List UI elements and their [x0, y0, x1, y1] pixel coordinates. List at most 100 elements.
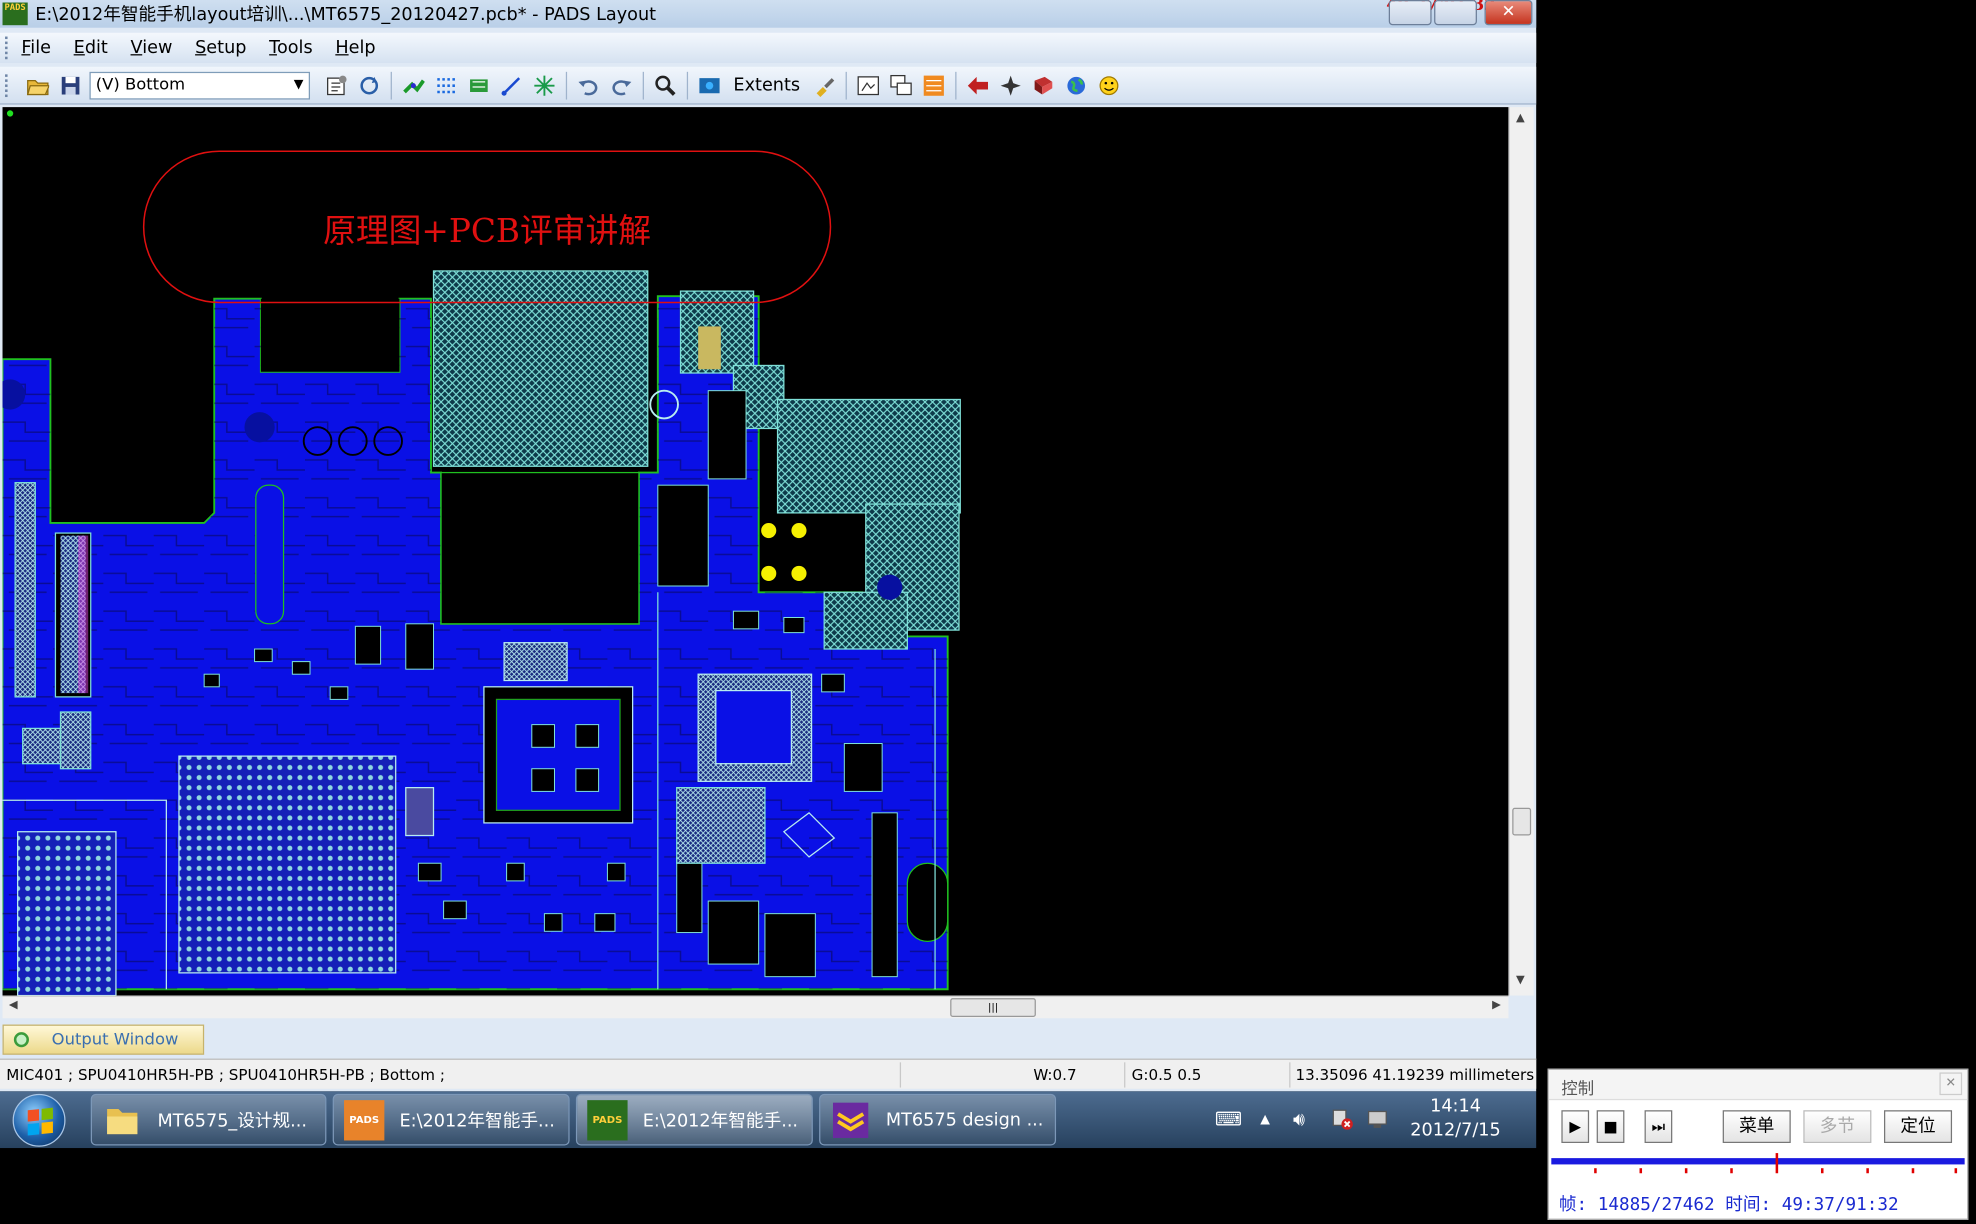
annotation-text: 原理图+PCB评审讲解: [323, 212, 652, 251]
airplane-icon[interactable]: [997, 71, 1025, 99]
toolbar-separator: [565, 71, 568, 99]
sections-button[interactable]: 多节: [1803, 1110, 1872, 1144]
time-label: 时间:: [1725, 1194, 1772, 1215]
book-icon[interactable]: [1029, 71, 1057, 99]
menu-button[interactable]: 菜单: [1722, 1110, 1791, 1144]
undo-icon[interactable]: [575, 71, 603, 99]
scroll-left-icon[interactable]: ◀: [9, 999, 18, 1012]
globe-icon[interactable]: [1062, 71, 1090, 99]
player-control-title: 控制: [1561, 1079, 1595, 1099]
stop-button[interactable]: ■: [1596, 1110, 1625, 1144]
volume-icon[interactable]: 🔊︎: [1293, 1108, 1305, 1131]
taskbar-item-pads-1[interactable]: PADS E:\2012年智能手...: [332, 1093, 570, 1146]
via-icon[interactable]: [531, 71, 559, 99]
pcb-canvas[interactable]: 原理图+PCB评审讲解: [2, 107, 1509, 996]
toolbar-separator: [955, 71, 957, 99]
smiley-icon[interactable]: [1095, 71, 1123, 99]
clock-time: 14:14: [1430, 1096, 1481, 1117]
vertical-scroll-thumb[interactable]: [1512, 807, 1532, 836]
menu-bar: File Edit View Setup Tools Help: [0, 32, 1537, 64]
menu-tools[interactable]: Tools: [269, 38, 312, 58]
clock-date: 2012/7/15: [1410, 1120, 1501, 1141]
test-pad: [791, 565, 807, 581]
vertical-scrollbar[interactable]: ▲ ▼: [1508, 107, 1534, 996]
cascade-windows-icon[interactable]: [887, 71, 915, 99]
board-view-icon[interactable]: [696, 71, 724, 99]
bga-memory: [17, 831, 117, 996]
horizontal-scrollbar[interactable]: ◀ ||| ▶: [2, 995, 1509, 1019]
status-selection: MIC401 ; SPU0410HR5H-PB ; SPU0410HR5H-PB…: [6, 1066, 445, 1084]
window-title: E:\2012年智能手机layout培训\...\MT6575_20120427…: [35, 5, 657, 26]
close-button[interactable]: ✕: [1484, 0, 1533, 26]
extents-button[interactable]: Extents: [726, 75, 808, 95]
autoroute-icon[interactable]: [432, 71, 460, 99]
scroll-down-icon[interactable]: ▼: [1516, 974, 1525, 987]
menu-setup[interactable]: Setup: [195, 38, 246, 58]
status-units: millimeters: [1449, 1066, 1535, 1084]
pads-icon: PADS: [344, 1099, 385, 1140]
play-button[interactable]: ▶: [1561, 1110, 1590, 1144]
pads-router-icon[interactable]: [920, 71, 948, 99]
route-icon[interactable]: [399, 71, 427, 99]
step-forward-button[interactable]: ⏭: [1644, 1110, 1673, 1144]
save-icon[interactable]: [57, 71, 85, 99]
status-width: W:0.7: [1033, 1066, 1077, 1084]
pour-icon[interactable]: [465, 71, 493, 99]
keyboard-icon[interactable]: ⌨: [1215, 1108, 1242, 1131]
test-pad: [761, 565, 777, 581]
player-control-panel: 控制 ✕ ▶ ■ ⏭ 菜单 多节 定位 帧: 14885/27462 时间: 4…: [1547, 1068, 1969, 1220]
status-x-coordinate: 13.35096: [1295, 1066, 1368, 1084]
action-center-icon[interactable]: [1366, 1108, 1389, 1136]
pads-app-icon: PADS: [2, 2, 28, 26]
line-tool-icon[interactable]: [498, 71, 526, 99]
time-value: 49:37/91:32: [1781, 1194, 1899, 1215]
taskbar-item-label: MT6575 design ...: [885, 1109, 1044, 1130]
frame-value: 14885/27462: [1597, 1194, 1715, 1215]
taskbar-item-folder[interactable]: MT6575_设计规...: [90, 1093, 327, 1146]
back-arrow-icon[interactable]: [964, 71, 992, 99]
taskbar-item-label: E:\2012年智能手...: [399, 1110, 555, 1132]
output-window-icon[interactable]: [854, 71, 882, 99]
network-error-icon[interactable]: [1331, 1108, 1354, 1136]
taskbar-item-pads-2[interactable]: PADS E:\2012年智能手...: [575, 1093, 813, 1146]
output-status-icon: [13, 1032, 29, 1048]
toolbar-separator: [845, 71, 847, 99]
menu-view[interactable]: View: [131, 38, 173, 58]
tray-expand-icon[interactable]: ▲: [1260, 1113, 1270, 1127]
origin-marker: [6, 110, 14, 117]
play-icon: ▶: [1569, 1117, 1582, 1136]
properties-icon[interactable]: [323, 71, 351, 99]
windows-taskbar: MT6575_设计规... PADS E:\2012年智能手... PADS E…: [0, 1091, 1537, 1149]
playback-progress-track[interactable]: [1551, 1158, 1965, 1165]
menu-help[interactable]: Help: [335, 38, 375, 58]
close-icon[interactable]: ✕: [1939, 1072, 1963, 1096]
connector-cutout: [260, 298, 400, 372]
zoom-icon[interactable]: [652, 71, 680, 99]
taskbar-item-design-doc[interactable]: MT6575 design ...: [819, 1093, 1057, 1146]
toolbar-separator: [642, 71, 644, 99]
step-forward-icon: ⏭: [1651, 1117, 1666, 1136]
status-grid: G:0.5 0.5: [1131, 1066, 1202, 1084]
chevron-down-icon[interactable]: ▼: [289, 78, 309, 92]
redo-icon[interactable]: [607, 71, 635, 99]
menu-grip[interactable]: [5, 36, 9, 60]
start-button[interactable]: [12, 1093, 66, 1147]
layer-select-value: (V) Bottom: [95, 75, 186, 95]
menu-edit[interactable]: Edit: [74, 38, 108, 58]
highlight-brush-icon[interactable]: [810, 71, 838, 99]
layer-select[interactable]: (V) Bottom ▼: [89, 71, 311, 99]
locate-button[interactable]: 定位: [1883, 1110, 1953, 1144]
refresh-icon[interactable]: [355, 71, 383, 99]
open-folder-icon[interactable]: [24, 71, 52, 99]
toolbar-grip[interactable]: [5, 73, 9, 97]
horizontal-scroll-thumb[interactable]: |||: [950, 998, 1036, 1017]
maximize-button[interactable]: [1434, 0, 1477, 26]
menu-file[interactable]: File: [21, 38, 51, 58]
taskbar-clock[interactable]: 14:14 2012/7/15: [1405, 1095, 1506, 1143]
minimize-button[interactable]: [1388, 0, 1432, 26]
playback-position-marker[interactable]: [1775, 1153, 1778, 1174]
scroll-right-icon[interactable]: ▶: [1492, 999, 1501, 1012]
output-window-tab[interactable]: Output Window: [2, 1024, 205, 1055]
scroll-up-icon[interactable]: ▲: [1516, 112, 1525, 125]
output-window-label: Output Window: [51, 1030, 179, 1050]
